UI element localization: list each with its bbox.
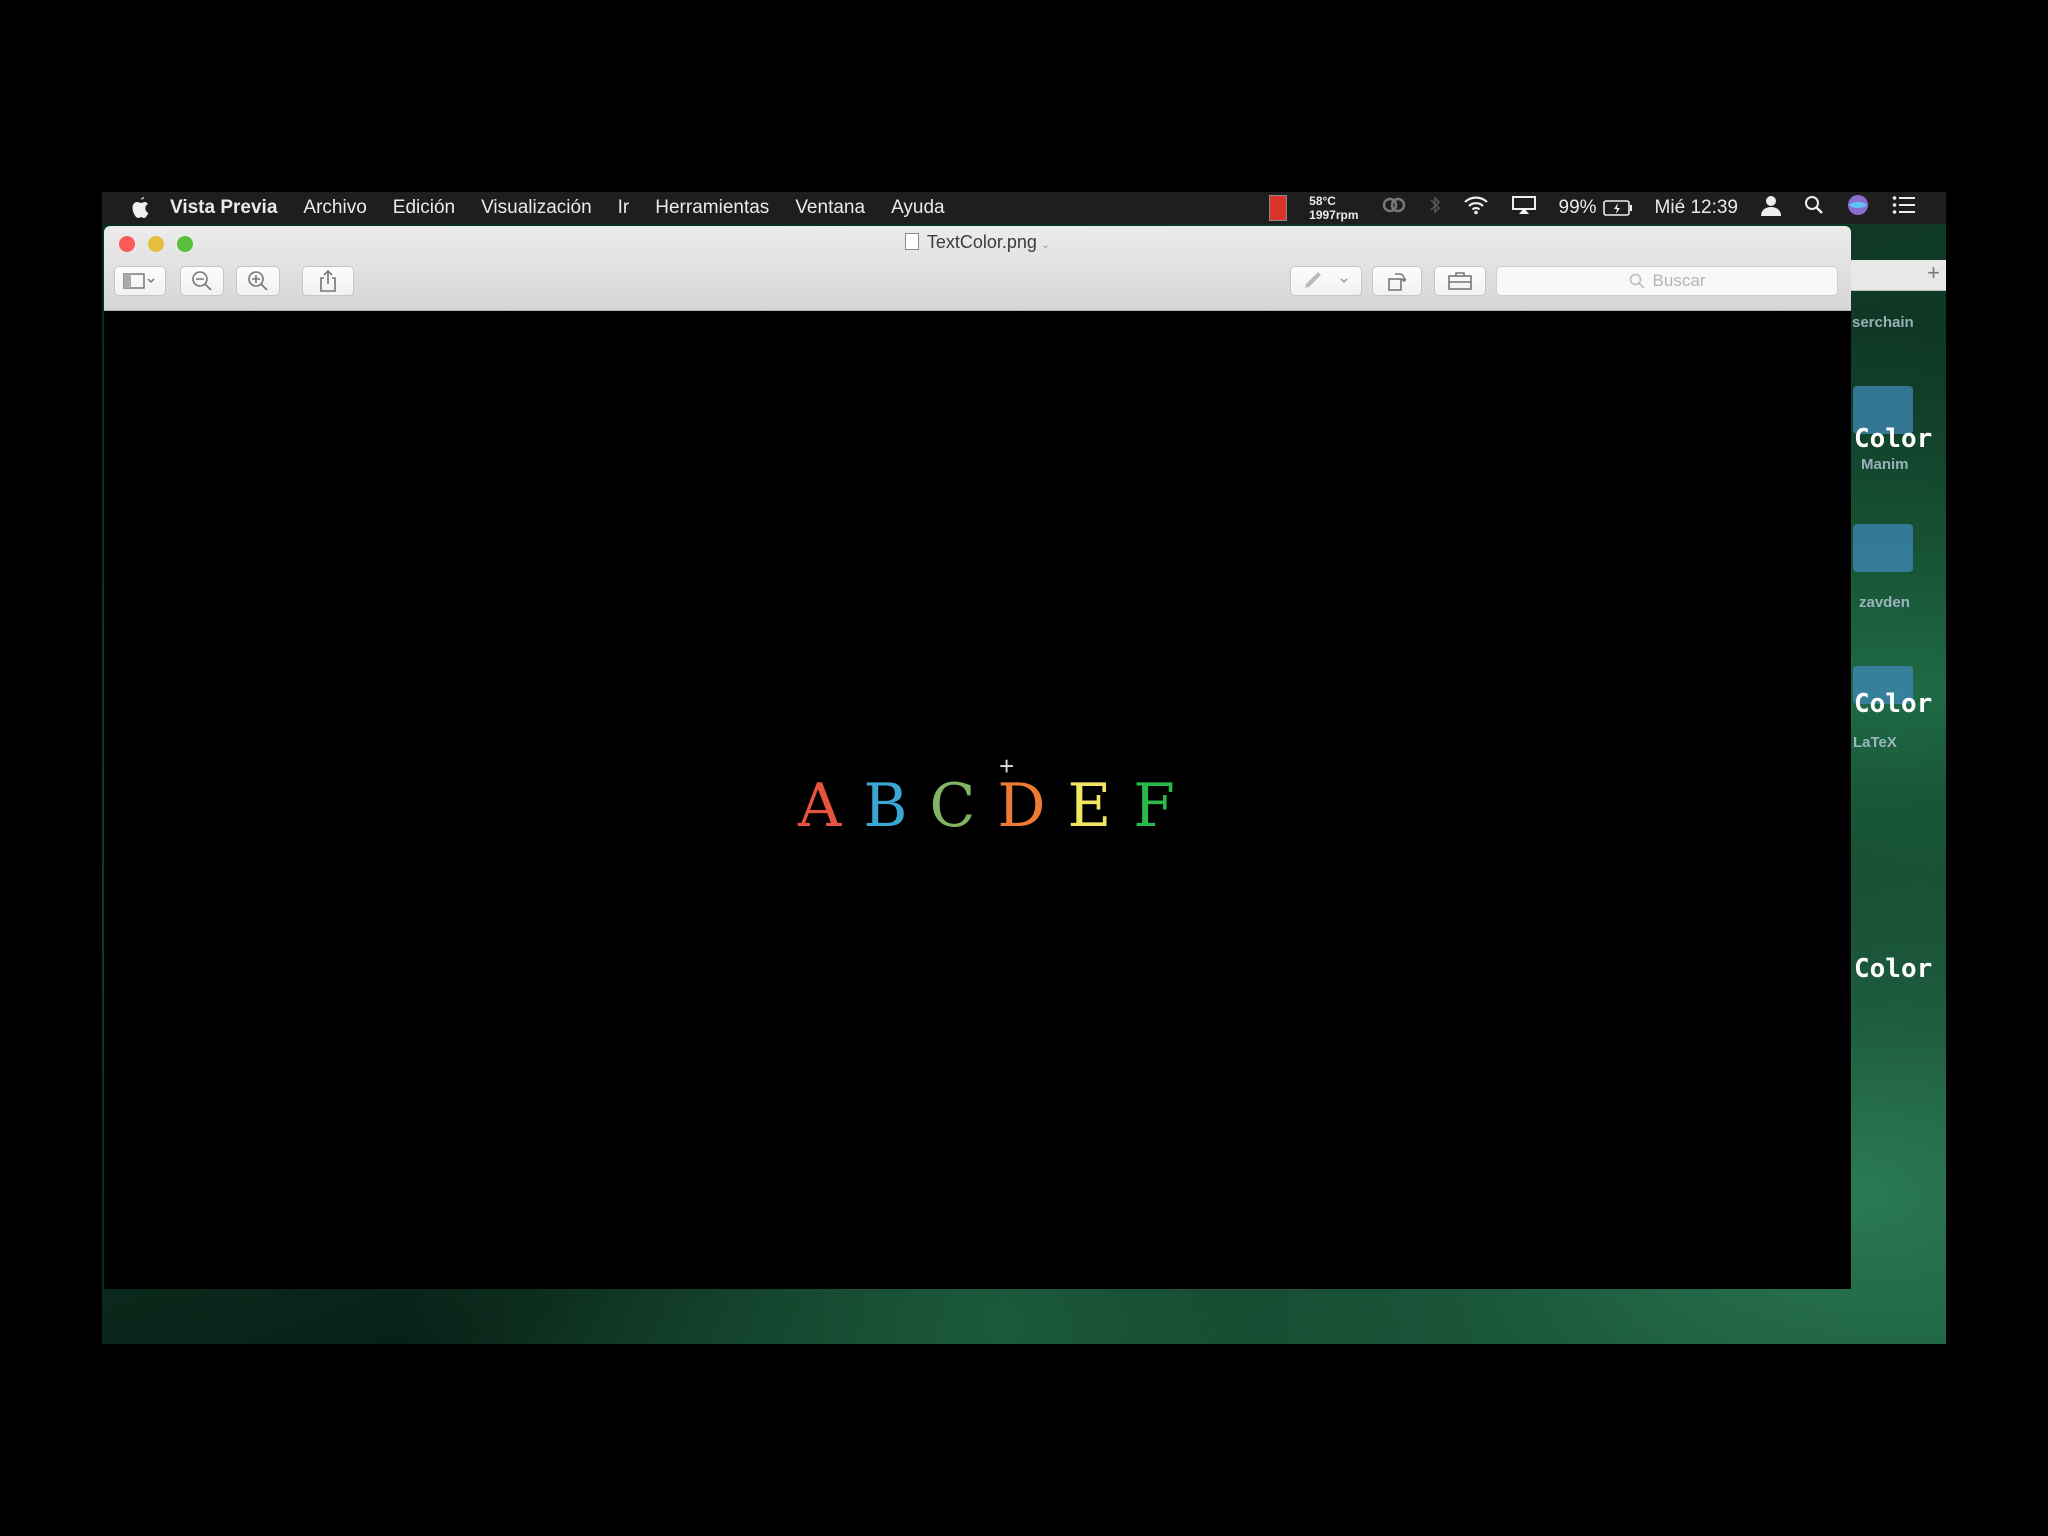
letter-f: F [1133, 771, 1175, 841]
search-field[interactable]: Buscar [1496, 266, 1838, 296]
window-title-text[interactable]: TextColor.png [927, 232, 1037, 252]
user-icon[interactable] [1760, 194, 1782, 222]
clock[interactable]: Mié 12:39 [1655, 197, 1738, 219]
folder-icon[interactable] [1853, 524, 1913, 572]
share-button[interactable] [302, 266, 354, 296]
app-menu[interactable]: Vista Previa [170, 197, 277, 219]
new-tab-icon[interactable]: + [1927, 260, 1940, 286]
desktop-item-label: LaTeX [1853, 734, 1897, 751]
zoom-in-icon [248, 271, 268, 291]
rotate-icon [1388, 273, 1407, 291]
battery-icon [1602, 200, 1632, 216]
sidebar-icon [123, 273, 155, 289]
toolbox-button[interactable] [1434, 266, 1486, 296]
markup-button[interactable] [1290, 266, 1362, 296]
desktop-file-label[interactable]: Color [1854, 954, 1932, 984]
temperature: 58°C [1309, 194, 1336, 208]
cpu-indicator-icon[interactable] [1269, 195, 1288, 221]
chevron-down-icon[interactable]: ⌄ [1041, 239, 1050, 251]
battery-status[interactable]: 99% [1559, 197, 1633, 219]
menu-herramientas[interactable]: Herramientas [655, 197, 769, 219]
airplay-icon[interactable] [1511, 195, 1537, 221]
letter-a: A [798, 771, 842, 841]
menu-ayuda[interactable]: Ayuda [891, 197, 945, 219]
fan-speed: 1997rpm [1309, 208, 1359, 222]
apple-icon[interactable] [130, 196, 152, 220]
menu-bar: Vista Previa Archivo Edición Visualizaci… [102, 192, 1946, 224]
desktop-item-label: serchain [1852, 314, 1914, 331]
menu-visualizacion[interactable]: Visualización [481, 197, 592, 219]
desktop-file-label[interactable]: Color [1854, 424, 1932, 454]
background-window-tabbar: + [1851, 260, 1946, 291]
creative-cloud-icon[interactable] [1381, 196, 1407, 220]
menu-archivo[interactable]: Archivo [303, 197, 366, 219]
menu-ir[interactable]: Ir [618, 197, 630, 219]
siri-icon[interactable] [1846, 193, 1870, 223]
sidebar-view-button[interactable] [114, 266, 166, 296]
desktop-item-label: Manim [1861, 456, 1909, 473]
preview-window: TextColor.png ⌄ Buscar A B C D E F + [104, 226, 1851, 1289]
spotlight-search-icon[interactable] [1804, 195, 1824, 221]
wifi-icon[interactable] [1463, 195, 1489, 221]
menu-edicion[interactable]: Edición [393, 197, 455, 219]
pen-icon [1305, 272, 1348, 288]
rotate-button[interactable] [1372, 266, 1422, 296]
notification-center-icon[interactable] [1892, 195, 1916, 221]
zoom-out-button[interactable] [180, 266, 224, 296]
letter-b: B [863, 771, 908, 841]
letter-c: C [929, 771, 976, 841]
temperature-readout[interactable]: 58°C 1997rpm [1309, 194, 1358, 222]
desktop-file-label[interactable]: Color [1854, 689, 1932, 719]
desktop-item-label: zavden [1859, 594, 1910, 611]
image-canvas[interactable]: A B C D E F + [110, 311, 1851, 1289]
toolbox-icon [1448, 272, 1472, 290]
share-icon [320, 270, 336, 292]
window-titlebar: TextColor.png ⌄ Buscar [104, 226, 1851, 311]
desktop-right-strip: + serchain Color Manim zavden Color LaTe… [1851, 226, 1946, 1289]
menu-ventana[interactable]: Ventana [795, 197, 865, 219]
document-icon [904, 233, 919, 250]
battery-percent: 99% [1558, 197, 1597, 218]
zoom-out-icon [192, 271, 212, 291]
screen: Vista Previa Archivo Edición Visualizaci… [102, 192, 1946, 1344]
window-title: TextColor.png ⌄ [104, 232, 1851, 253]
image-text: A B C D E F [798, 771, 1175, 841]
letter-e: E [1067, 771, 1112, 841]
bluetooth-icon[interactable] [1429, 195, 1441, 221]
crosshair-cursor-icon: + [999, 751, 1015, 781]
search-icon [1629, 273, 1645, 289]
search-placeholder: Buscar [1652, 271, 1706, 290]
zoom-in-button[interactable] [236, 266, 280, 296]
status-area: 58°C 1997rpm 99% Mié 12:39 [1269, 192, 1916, 224]
